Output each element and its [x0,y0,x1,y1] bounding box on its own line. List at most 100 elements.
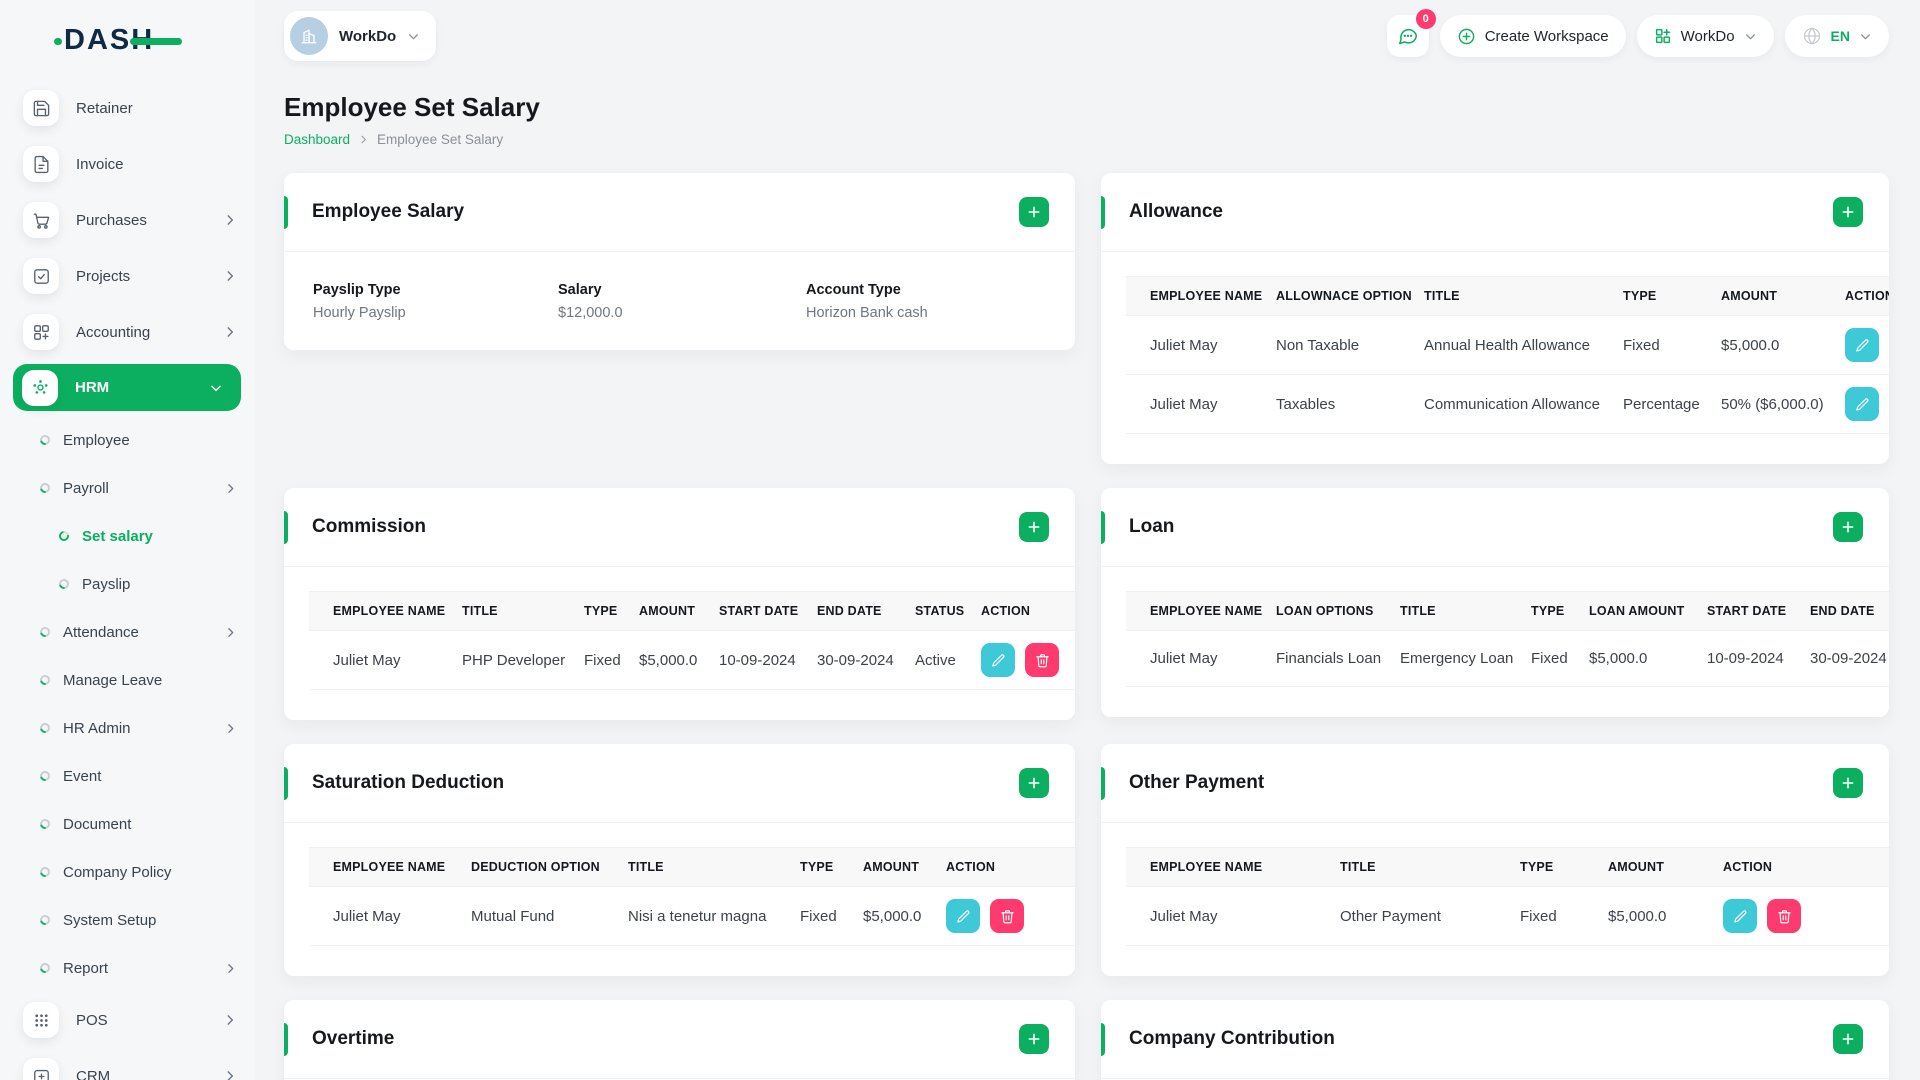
add-overtime-button[interactable] [1019,1024,1049,1054]
breadcrumb-dashboard-link[interactable]: Dashboard [284,132,350,147]
sidebar-item-document[interactable]: Document [0,800,255,848]
sidebar-item-label: Event [63,767,102,785]
workspace-selector[interactable]: WorkDo [284,11,437,61]
table-row: Juliet May Financials Loan Emergency Loa… [1126,630,1889,687]
cell-loan-amount: $5,000.0 [1565,630,1683,687]
column-header: AMOUNT [615,591,695,631]
crm-card-icon [23,1058,59,1080]
sidebar-item-event[interactable]: Event [0,752,255,800]
column-header: START DATE [695,591,798,631]
sidebar-item-invoice[interactable]: Invoice [0,136,255,192]
edit-button[interactable] [981,643,1015,677]
sidebar-item-retainer[interactable]: Retainer [0,80,255,136]
cell-amount: $5,000.0 [839,886,922,946]
sidebar-item-system-setup[interactable]: System Setup [0,896,255,944]
overtime-card: Overtime [284,1000,1075,1080]
delete-button[interactable] [1767,899,1801,933]
card-header: Employee Salary [284,173,1075,252]
add-company-contribution-button[interactable] [1833,1024,1863,1054]
delete-button[interactable] [990,899,1024,933]
sidebar-nav: Retainer Invoice Purchases Projects Acco… [0,80,255,1080]
edit-button[interactable] [1723,899,1757,933]
sidebar-item-label: HRM [75,379,110,396]
sidebar-item-pos[interactable]: POS [0,992,255,1048]
edit-button[interactable] [1845,328,1879,362]
chevron-right-icon [224,962,237,975]
sidebar-item-label: Accounting [76,323,151,341]
sidebar-item-set-salary[interactable]: Set salary [0,512,255,560]
employee-salary-fields: Payslip Type Hourly Payslip Salary $12,0… [284,252,1075,321]
column-header: AMOUNT [1697,276,1821,316]
cell-amount: 50% ($6,000.0) [1697,374,1824,434]
sidebar-item-label: Payslip [82,575,131,593]
sidebar-item-attendance[interactable]: Attendance [0,608,255,656]
breadcrumb-current: Employee Set Salary [377,132,504,147]
cell-end-date: 30-09-2024 [793,630,894,690]
column-header: LOAN OPTIONS [1252,591,1376,631]
bullet-icon [38,961,52,975]
add-commission-button[interactable] [1019,512,1049,542]
add-saturation-deduction-button[interactable] [1019,768,1049,798]
cell-employee-name: Juliet May [1126,315,1252,375]
logo-dash-accent [130,37,183,45]
sidebar-item-manage-leave[interactable]: Manage Leave [0,656,255,704]
sidebar-item-label: Payroll [63,479,109,497]
sidebar-item-label: Employee [63,431,130,449]
saturation-deduction-table: EMPLOYEE NAME DEDUCTION OPTION TITLE TYP… [309,847,1075,946]
column-header: AMOUNT [839,847,922,887]
add-employee-salary-button[interactable] [1019,197,1049,227]
card-title: Loan [1129,516,1175,537]
messages-button[interactable]: 0 [1386,9,1436,57]
sidebar-item-purchases[interactable]: Purchases [0,192,255,248]
sidebar-item-report[interactable]: Report [0,944,255,992]
language-dropdown[interactable]: EN [1784,15,1889,57]
table-row: Juliet May Other Payment Fixed $5,000.0 [1126,886,1889,946]
cell-type: Fixed [1599,315,1697,375]
table-row: Juliet May Taxables Communication Allowa… [1126,374,1889,434]
card-accent-bar [284,196,288,229]
add-loan-button[interactable] [1833,512,1863,542]
sidebar-item-label: Invoice [76,155,124,173]
cell-type: Fixed [560,630,621,690]
cell-allowance-option: Non Taxable [1252,315,1400,375]
column-header: EMPLOYEE NAME [309,847,447,887]
employee-salary-card: Employee Salary Payslip Type Hourly Pays… [284,173,1075,350]
add-other-payment-button[interactable] [1833,768,1863,798]
pos-dots-grid-icon [23,1002,59,1038]
saturation-deduction-card: Saturation Deduction EMPLOYEE NAME DEDUC… [284,744,1075,976]
card-header: Overtime [284,1000,1075,1079]
app-logo[interactable]: DASH [0,0,255,80]
sidebar-item-accounting[interactable]: Accounting [0,304,255,360]
sidebar-item-hr-admin[interactable]: HR Admin [0,704,255,752]
card-title: Other Payment [1129,772,1265,793]
column-header: TYPE [560,591,617,631]
sidebar-item-hrm[interactable]: HRM [13,364,241,411]
sidebar-item-payroll[interactable]: Payroll [0,464,255,512]
bullet-icon [57,577,71,591]
card-header: Saturation Deduction [284,744,1075,823]
sidebar-item-projects[interactable]: Projects [0,248,255,304]
sidebar-item-company-policy[interactable]: Company Policy [0,848,255,896]
app-switcher-dropdown[interactable]: WorkDo [1636,15,1774,57]
create-workspace-button[interactable]: Create Workspace [1439,15,1626,57]
edit-button[interactable] [1845,387,1879,421]
hrm-people-icon [22,369,58,406]
grid-plus-icon [1654,27,1672,45]
cell-employee-name: Juliet May [309,630,438,690]
invoice-file-icon [23,146,59,182]
sidebar-item-crm[interactable]: CRM [0,1048,255,1080]
cell-allowance-option: Taxables [1252,374,1400,434]
sidebar-item-payslip[interactable]: Payslip [0,560,255,608]
delete-button[interactable] [1025,643,1059,677]
loan-table: EMPLOYEE NAME LOAN OPTIONS TITLE TYPE LO… [1126,591,1889,687]
chevron-right-icon [223,269,237,283]
sidebar: DASH Retainer Invoice Purchases Projects… [0,0,255,1080]
column-header: TITLE [1376,591,1507,631]
edit-button[interactable] [946,899,980,933]
sidebar-item-employee[interactable]: Employee [0,416,255,464]
column-header: TITLE [1400,276,1599,316]
card-accent-bar [1101,511,1105,544]
loan-card: Loan EMPLOYEE NAME LOAN OPTIONS TITLE TY… [1101,488,1889,717]
add-allowance-button[interactable] [1833,197,1863,227]
cell-employee-name: Juliet May [1126,630,1252,687]
